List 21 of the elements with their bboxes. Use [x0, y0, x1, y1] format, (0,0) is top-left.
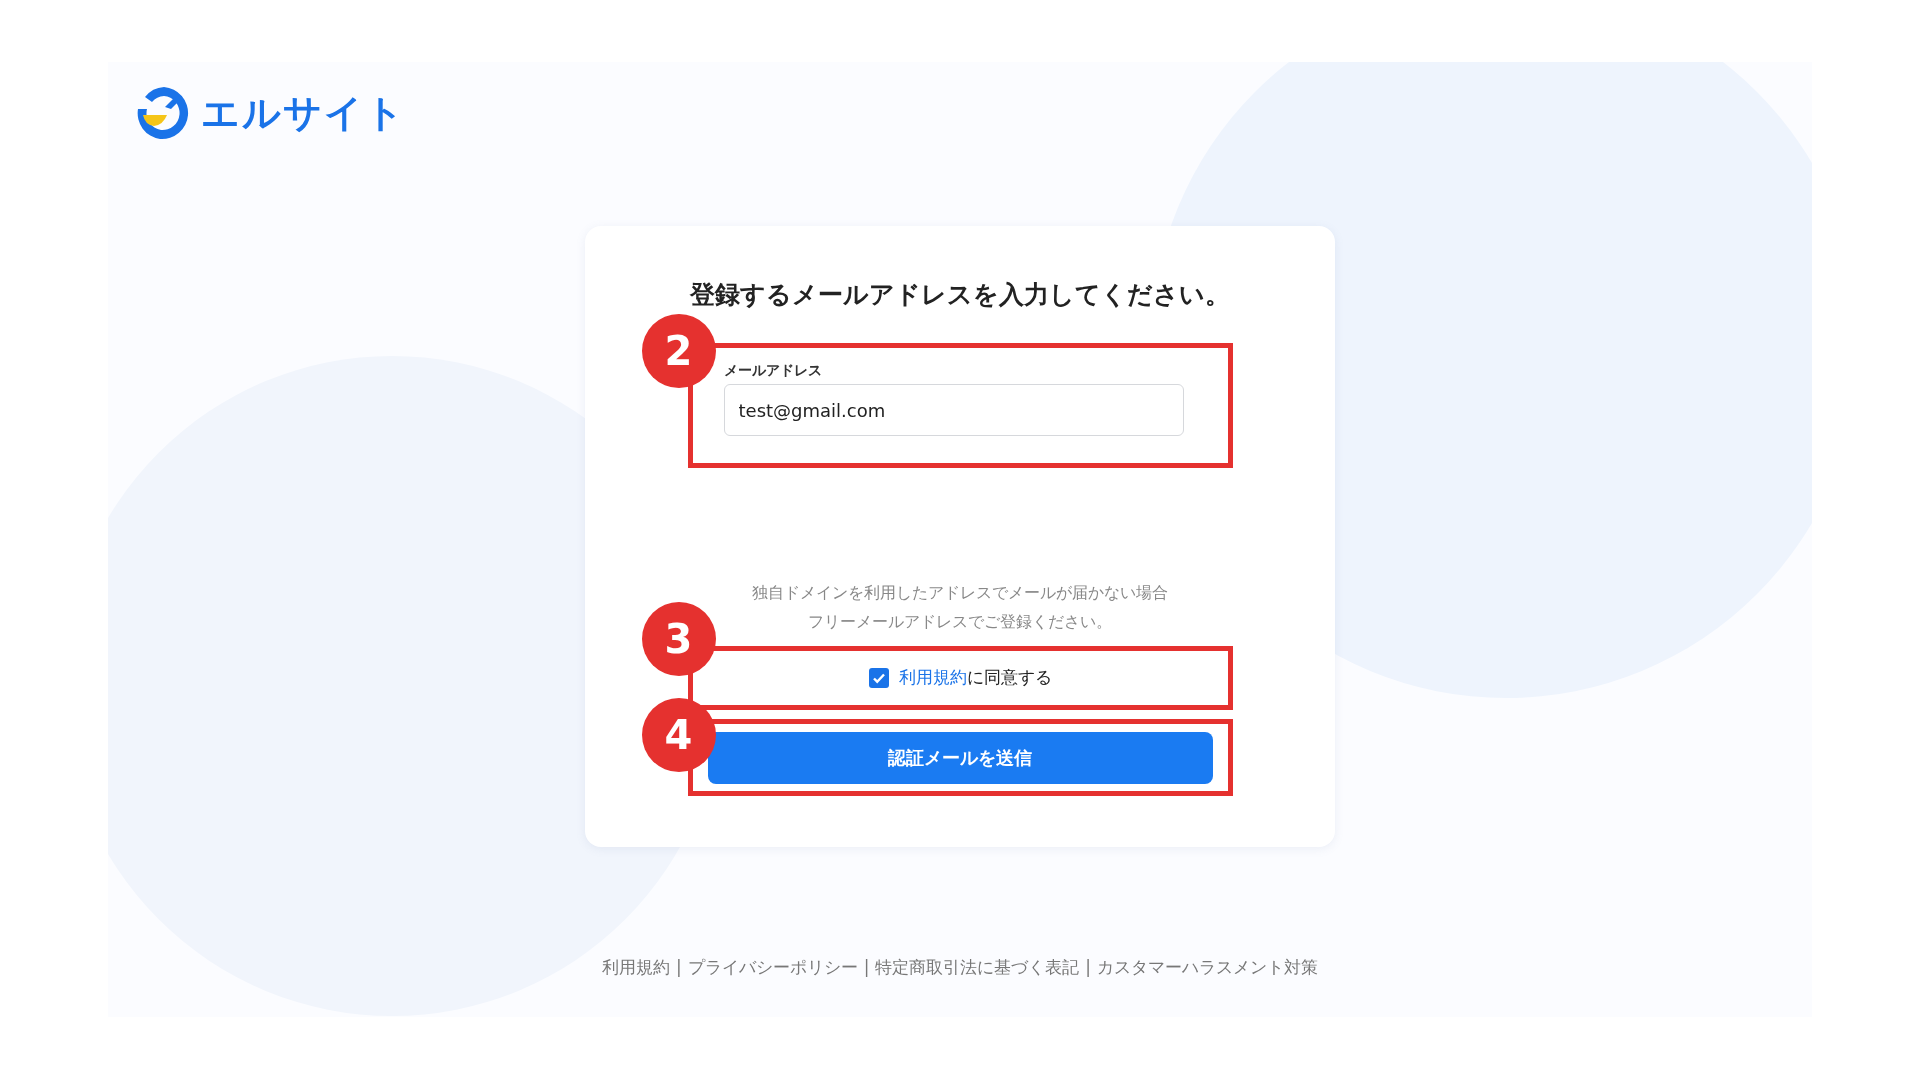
hint-text: 独自ドメインを利用したアドレスでメールが届かない場合 — [752, 582, 1168, 604]
footer-link[interactable]: 特定商取引法に基づく表記 — [875, 955, 1080, 981]
check-icon — [871, 671, 886, 685]
footer-link[interactable]: 利用規約 — [601, 955, 670, 981]
footer-link[interactable]: プライバシーポリシー — [687, 955, 858, 981]
footer-separator: | — [863, 956, 870, 979]
agree-checkbox[interactable] — [868, 668, 889, 688]
card-title: 登録するメールアドレスを入力してください。 — [690, 279, 1230, 311]
terms-link[interactable]: 利用規約 — [898, 667, 967, 688]
agree-label: に同意する — [966, 667, 1052, 688]
logo-text: エルサイト — [201, 89, 406, 137]
field-label: メールアドレス — [723, 361, 823, 380]
footer-separator: | — [1085, 956, 1092, 979]
footer-separator: | — [675, 956, 682, 979]
footer-link[interactable]: カスタマーハラスメント対策 — [1097, 955, 1319, 981]
hint-text: フリーメールアドレスでご登録ください。 — [808, 611, 1112, 633]
send-button[interactable]: 認証メールを送信 — [707, 731, 1213, 784]
step-badge: 3 — [641, 602, 716, 676]
step-badge: 2 — [641, 314, 716, 388]
email-field[interactable]: test@gmail.com — [723, 384, 1184, 436]
step-badge: 4 — [641, 698, 716, 772]
